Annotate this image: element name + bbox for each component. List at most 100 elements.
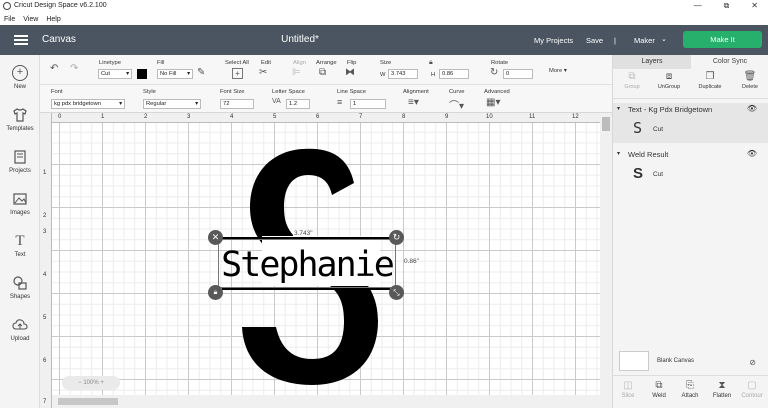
line-space-input[interactable]: 1 bbox=[350, 99, 386, 109]
advanced-label: Advanced bbox=[484, 89, 510, 95]
eye-icon[interactable]: 👁︎ bbox=[747, 149, 757, 158]
ruler-tick: 5 bbox=[43, 315, 47, 321]
sidebar-item-new[interactable]: + New bbox=[0, 65, 40, 90]
curve-icon[interactable]: ⌒▾ bbox=[449, 97, 464, 112]
height-label: H bbox=[431, 72, 436, 78]
style-select[interactable]: Regular ▾ bbox=[143, 99, 201, 109]
chevron-down-icon[interactable]: ▾ bbox=[617, 150, 620, 157]
plus-icon: + bbox=[12, 65, 28, 81]
rotate-icon[interactable]: ↻ bbox=[490, 67, 498, 78]
align-icon[interactable]: ⊫ bbox=[292, 67, 301, 78]
resize-handle-icon[interactable]: ⤡ bbox=[389, 285, 404, 300]
my-projects-link[interactable]: My Projects bbox=[534, 36, 573, 45]
rotate-handle-icon[interactable]: ↻ bbox=[389, 230, 404, 245]
delete-label: Delete bbox=[742, 84, 758, 90]
scroll-thumb[interactable] bbox=[602, 117, 610, 131]
ungroup-button[interactable]: ⧈ UnGroup bbox=[650, 71, 688, 90]
layers-bottom-bar: ◫ Slice ⧉ Weld ⎘ Attach ⧗ Flatten ▢ Contour bbox=[613, 375, 768, 408]
sidebar-item-templates[interactable]: Templates bbox=[0, 107, 40, 132]
close-icon[interactable]: ✕ bbox=[208, 230, 223, 245]
document-title: Untitled* bbox=[281, 34, 319, 45]
width-input[interactable]: 3.743 bbox=[388, 69, 418, 79]
select-all-icon[interactable]: + bbox=[232, 68, 243, 79]
layer-header[interactable]: ▾ Weld Result 👁︎ bbox=[613, 148, 768, 162]
flatten-button[interactable]: ⧗ Flatten bbox=[707, 380, 737, 399]
ruler-tick: 0 bbox=[58, 114, 62, 120]
close-button[interactable]: ✕ bbox=[751, 1, 758, 11]
save-button[interactable]: Save bbox=[586, 36, 603, 45]
eye-icon[interactable]: 👁︎ bbox=[747, 104, 757, 113]
line-space-icon: ≡ bbox=[337, 97, 343, 107]
redo-icon[interactable]: ↷ bbox=[70, 63, 78, 74]
menu-file[interactable]: File bbox=[4, 16, 15, 23]
font-label: Font bbox=[51, 89, 63, 95]
ruler-tick: 3 bbox=[187, 114, 191, 120]
rotate-input[interactable]: 0 bbox=[503, 69, 533, 79]
size-label: Size bbox=[380, 60, 392, 66]
contour-label: Contour bbox=[741, 393, 763, 399]
tab-color-sync[interactable]: Color Sync bbox=[691, 55, 768, 69]
zoom-level: 100% bbox=[83, 380, 99, 386]
window-title: Cricut Design Space v6.2.100 bbox=[14, 2, 107, 9]
design-canvas[interactable]: Stephanie 3.743" 0.86" ✕ ↻ 🔒︎ ⤡ bbox=[52, 123, 600, 395]
layer-item[interactable]: S Cut bbox=[613, 162, 768, 188]
alignment-icon[interactable]: ≡▾ bbox=[408, 97, 419, 108]
delete-button[interactable]: 🗑︎ Delete bbox=[731, 71, 768, 90]
menu-view[interactable]: View bbox=[23, 16, 38, 23]
undo-icon[interactable]: ↶ bbox=[50, 63, 58, 74]
layer-header[interactable]: ▾ Text - Kg Pdx Bridgetown 👁︎ bbox=[613, 103, 768, 117]
flatten-icon: ⧗ bbox=[718, 380, 726, 391]
sidebar-item-upload[interactable]: Upload bbox=[0, 317, 40, 342]
lock-icon[interactable]: 🔒︎ bbox=[429, 59, 433, 67]
minimize-button[interactable]: — bbox=[694, 1, 702, 11]
weld-button[interactable]: ⧉ Weld bbox=[644, 380, 674, 399]
chevron-down-icon: ▾ bbox=[187, 71, 190, 77]
linetype-select[interactable]: Cut ▾ bbox=[98, 69, 132, 79]
attach-button[interactable]: ⎘ Attach bbox=[675, 380, 705, 399]
more-menu[interactable]: More ▾ bbox=[549, 68, 567, 74]
machine-selector[interactable]: Maker bbox=[634, 36, 655, 45]
chevron-down-icon[interactable]: ▾ bbox=[617, 105, 620, 112]
arrange-icon[interactable]: ⧉ bbox=[319, 67, 326, 78]
sidebar-item-text[interactable]: T Text bbox=[0, 233, 40, 258]
lock-handle-icon[interactable]: 🔒︎ bbox=[208, 285, 223, 300]
weld-line-bottom bbox=[222, 288, 390, 290]
vertical-scrollbar[interactable] bbox=[600, 113, 612, 408]
font-select[interactable]: kg pdx bridgetown ▾ bbox=[51, 99, 125, 109]
contour-button[interactable]: ▢ Contour bbox=[737, 380, 767, 399]
scroll-thumb[interactable] bbox=[58, 398, 118, 405]
scissors-icon[interactable]: ✂ bbox=[259, 67, 267, 78]
horizontal-scrollbar[interactable] bbox=[52, 395, 600, 408]
sidebar-item-projects[interactable]: Projects bbox=[0, 149, 40, 174]
fill-select[interactable]: No Fill ▾ bbox=[157, 69, 193, 79]
chevron-down-icon[interactable]: ⌄ bbox=[661, 35, 667, 43]
design-text[interactable]: Stephanie bbox=[218, 244, 396, 286]
menu-help[interactable]: Help bbox=[46, 16, 60, 23]
ungroup-label: UnGroup bbox=[657, 84, 681, 90]
make-it-button[interactable]: Make It bbox=[683, 31, 762, 48]
linetype-color-swatch[interactable] bbox=[137, 69, 147, 79]
ruler-tick: 7 bbox=[43, 399, 47, 405]
height-input[interactable]: 0.86 bbox=[439, 69, 469, 79]
tab-layers[interactable]: Layers bbox=[613, 55, 691, 69]
maximize-button[interactable]: ⧉ bbox=[724, 1, 730, 11]
blank-canvas-swatch[interactable] bbox=[619, 351, 649, 371]
zoom-control[interactable]: − 100% + bbox=[62, 376, 120, 390]
font-size-input[interactable]: 72 bbox=[220, 99, 254, 109]
zoom-out-icon[interactable]: − bbox=[78, 380, 82, 386]
eye-off-icon[interactable]: ⊘ bbox=[749, 358, 756, 367]
layer-thumbnail: S bbox=[633, 119, 643, 137]
zoom-in-icon[interactable]: + bbox=[100, 380, 104, 386]
pen-icon[interactable]: ✎ bbox=[197, 67, 205, 78]
letter-space-input[interactable]: 1.2 bbox=[286, 99, 310, 109]
slice-button[interactable]: ◫ Slice bbox=[613, 380, 643, 399]
ruler-tick: 12 bbox=[572, 114, 579, 120]
sidebar-item-images[interactable]: Images bbox=[0, 191, 40, 216]
flip-icon[interactable]: ⧓ bbox=[345, 67, 355, 78]
duplicate-button[interactable]: ❐ Duplicate bbox=[691, 71, 729, 90]
advanced-icon[interactable]: ▦▾ bbox=[486, 97, 500, 108]
layer-item[interactable]: S Cut bbox=[613, 117, 768, 143]
group-button[interactable]: ⧉ Group bbox=[613, 71, 651, 90]
sidebar-item-shapes[interactable]: Shapes bbox=[0, 275, 40, 300]
projects-icon bbox=[12, 149, 28, 165]
